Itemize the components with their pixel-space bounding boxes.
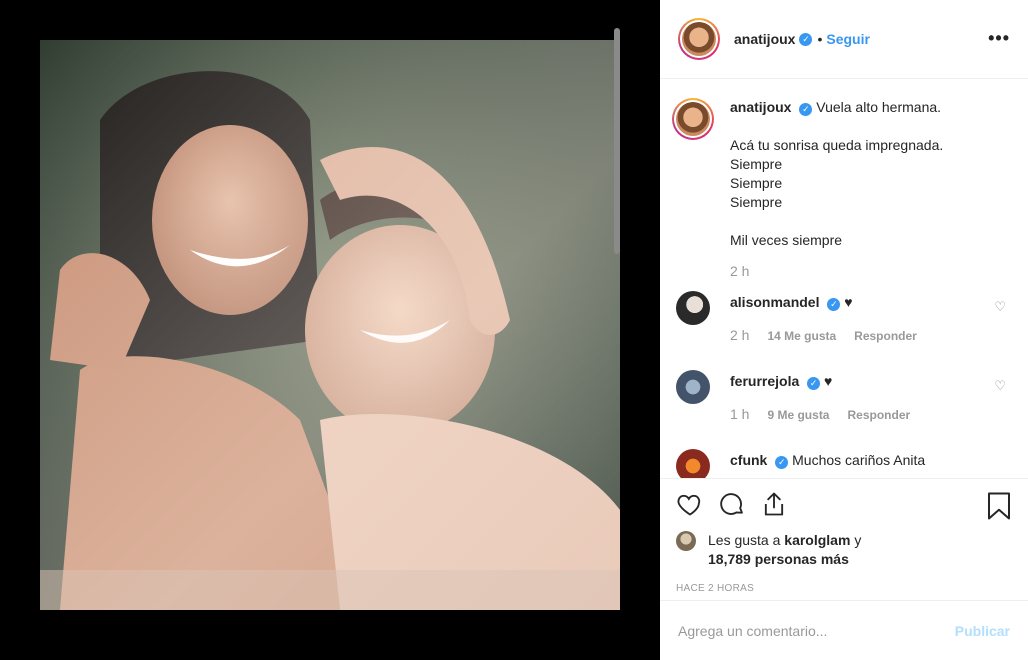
actions-section: Les gusta a karolglam y 18,789 personas … — [660, 478, 1028, 600]
caption-line: Siempre — [730, 194, 783, 210]
like-heart-icon[interactable] — [676, 490, 704, 518]
photo-image — [40, 40, 620, 610]
post-timestamp[interactable]: HACE 2 HORAS — [676, 583, 1012, 594]
likes-summary: Les gusta a karolglam y 18,789 personas … — [676, 531, 1012, 569]
comment-text: ♥ — [824, 373, 833, 389]
verified-badge-icon: ✓ — [775, 456, 789, 469]
author-avatar[interactable] — [678, 18, 720, 60]
comment-text: Muchos cariños Anita — [792, 452, 926, 468]
follow-button[interactable]: Seguir — [826, 31, 870, 47]
commenter-username[interactable]: alisonmandel — [730, 294, 819, 310]
more-options-icon[interactable]: ••• — [988, 28, 1010, 49]
author-username[interactable]: anatijoux — [734, 31, 795, 47]
comment-time[interactable]: 1 h — [730, 405, 749, 424]
liker-username[interactable]: karolglam — [784, 532, 850, 548]
media-pane — [0, 0, 660, 660]
reply-button[interactable]: Responder — [854, 327, 917, 346]
caption-line — [730, 212, 990, 231]
reply-button[interactable]: Responder — [847, 406, 910, 425]
publish-button[interactable]: Publicar — [955, 623, 1010, 639]
likes-prefix: Les gusta a — [708, 532, 781, 548]
caption-username[interactable]: anatijoux — [730, 99, 791, 115]
commenter-username[interactable]: cfunk — [730, 452, 767, 468]
comment-time[interactable]: 2 h — [730, 326, 749, 345]
verified-badge-icon: ✓ — [827, 298, 841, 311]
liker-avatar[interactable] — [676, 531, 696, 551]
comment-bubble-icon[interactable] — [718, 490, 746, 518]
commenter-avatar[interactable] — [676, 291, 710, 325]
commenter-username[interactable]: ferurrejola — [730, 373, 799, 389]
share-icon[interactable] — [760, 490, 788, 518]
action-icons — [676, 489, 1012, 519]
caption-line: Siempre — [730, 156, 783, 172]
comment-item: ferurrejola ✓ ♥ 1 h 9 Me gusta Responder… — [676, 370, 1010, 425]
post-photo[interactable] — [40, 40, 620, 610]
verified-badge-icon: ✓ — [799, 103, 813, 116]
caption-time[interactable]: 2 h — [730, 262, 749, 281]
comment-likes[interactable]: 9 Me gusta — [767, 406, 829, 425]
post-header: anatijoux ✓ • Seguir ••• — [660, 0, 1028, 79]
post-details: anatijoux ✓ • Seguir ••• anatijoux ✓ Vue… — [660, 0, 1028, 660]
like-comment-icon[interactable]: ♡ — [994, 299, 1006, 315]
commenter-avatar[interactable] — [676, 449, 710, 478]
caption-line: Siempre — [730, 175, 783, 191]
comment-likes[interactable]: 14 Me gusta — [767, 327, 836, 346]
comment-input[interactable]: Agrega un comentario... — [678, 623, 827, 639]
verified-badge-icon: ✓ — [799, 32, 813, 46]
comment-item: alisonmandel ✓ ♥ 2 h 14 Me gusta Respond… — [676, 291, 1010, 346]
verified-badge-icon: ✓ — [807, 377, 821, 390]
comment-text: ♥ — [844, 294, 853, 310]
comments-list[interactable]: anatijoux ✓ Vuela alto hermana. Acá tu s… — [660, 80, 1028, 478]
caption: anatijoux ✓ Vuela alto hermana. Acá tu s… — [672, 98, 1010, 281]
bookmark-icon[interactable] — [986, 491, 1012, 521]
caption-line: Mil veces siempre — [730, 232, 843, 248]
like-comment-icon[interactable]: ♡ — [994, 378, 1006, 394]
scroll-indicator — [614, 28, 620, 254]
commenter-avatar[interactable] — [676, 370, 710, 404]
caption-text: Acá tu sonrisa queda impregnada. Siempre… — [730, 117, 990, 250]
likes-suffix: y — [854, 532, 862, 548]
likes-count-button[interactable]: 18,789 personas más — [708, 551, 849, 567]
add-comment-bar: Agrega un comentario... Publicar — [660, 600, 1028, 660]
separator: • — [817, 31, 823, 47]
caption-avatar[interactable] — [672, 98, 714, 140]
comment-item: cfunk ✓ Muchos cariños Anita — [676, 449, 1010, 478]
caption-text-line: Vuela alto hermana. — [816, 99, 942, 115]
caption-line — [730, 117, 990, 136]
caption-line: Acá tu sonrisa queda impregnada. — [730, 137, 944, 153]
